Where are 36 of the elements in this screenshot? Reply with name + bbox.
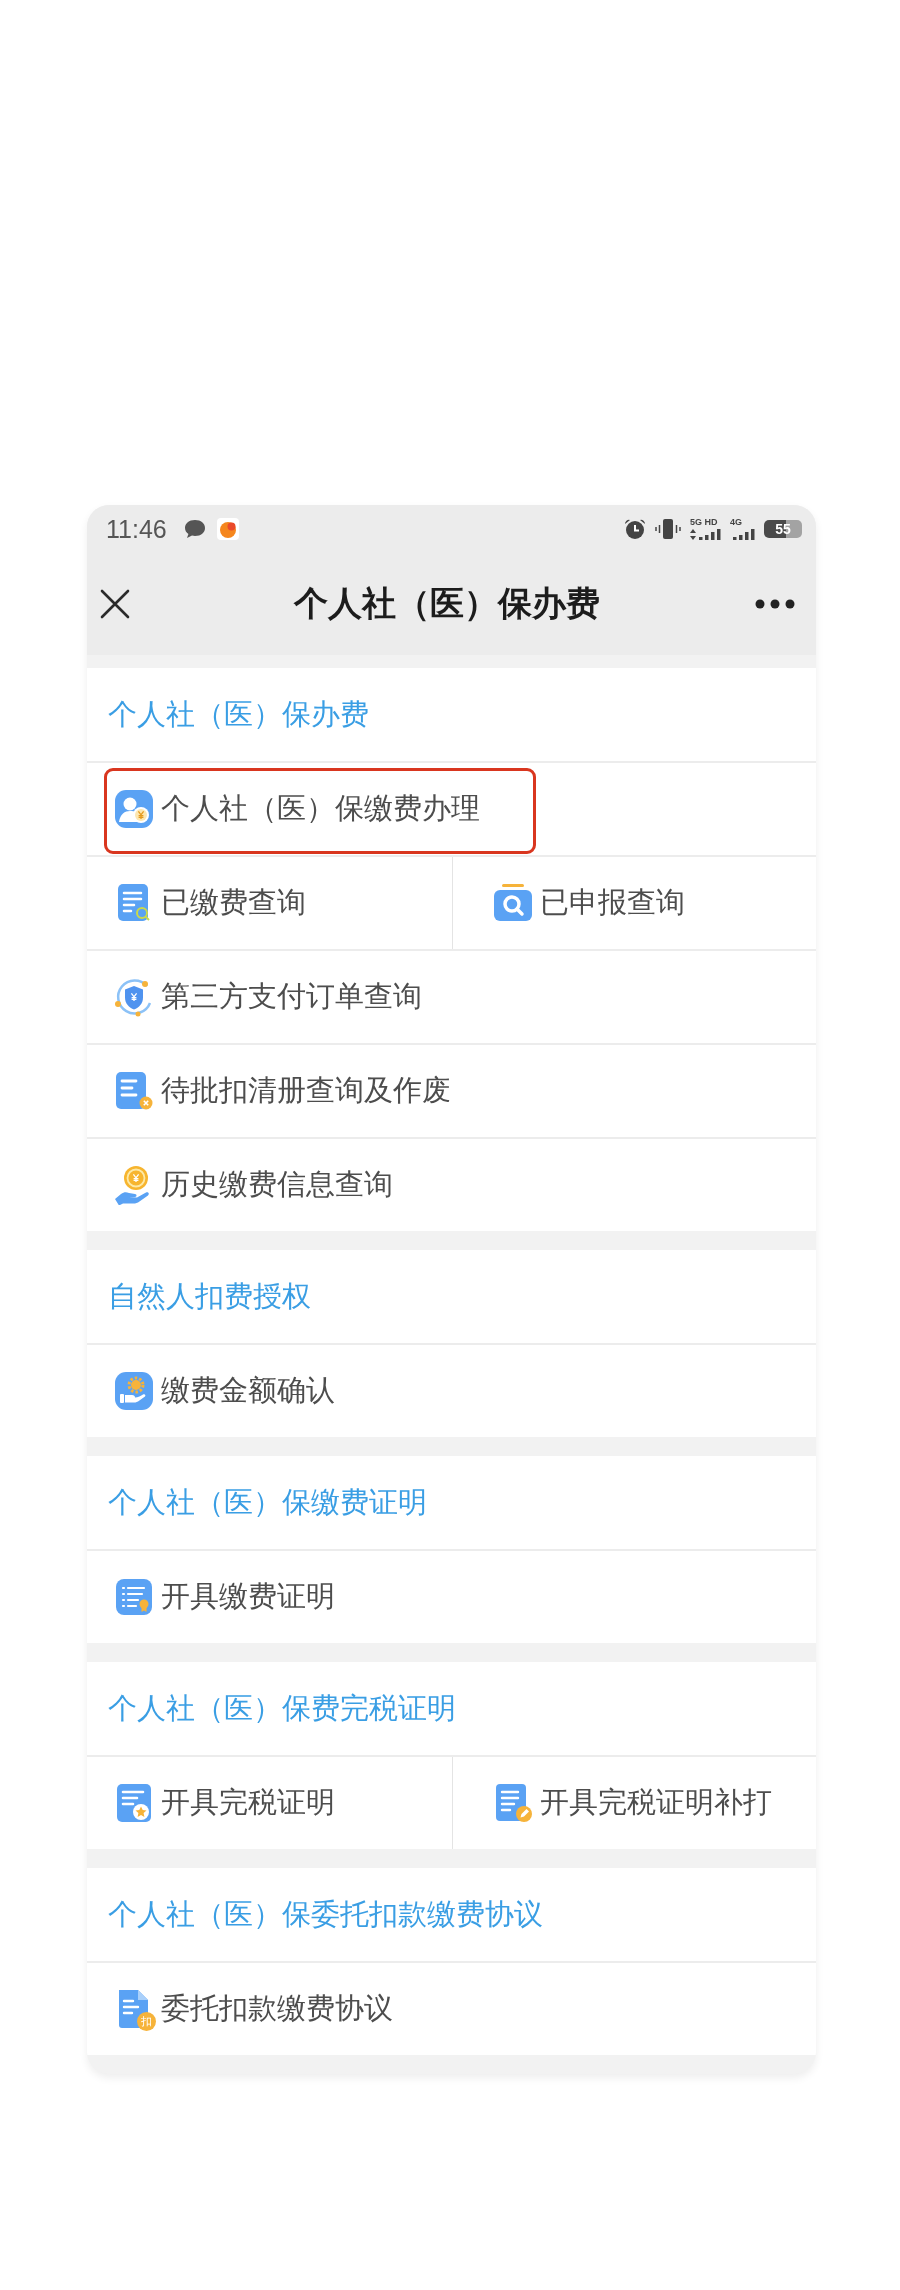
menu-item[interactable]: 待批扣清册查询及作废 [87,1045,816,1137]
section-title: 个人社（医）保办费 [107,695,370,733]
menu-item[interactable]: 个人社（医）保缴费办理 [87,763,816,855]
person-coin-icon [114,789,154,829]
vibrate-icon [655,518,681,540]
menu-item[interactable]: 缴费金额确认 [87,1345,816,1437]
section-title: 个人社（医）保费完税证明 [107,1689,457,1727]
chat-bubble-icon [183,519,206,539]
more-icon[interactable] [755,599,795,609]
menu-item[interactable]: 扣 委托扣款缴费协议 [87,1963,816,2055]
network-label: 5G HD [690,518,718,527]
section-title: 个人社（医）保缴费证明 [107,1483,428,1521]
alarm-clock-icon [624,518,646,540]
menu-item[interactable]: 开具缴费证明 [87,1551,816,1643]
section-title: 自然人扣费授权 [107,1277,312,1315]
section-title: 个人社（医）保委托扣款缴费协议 [107,1895,544,1933]
battery-indicator: 55 [764,520,802,538]
signal-bars-icon [730,529,755,540]
app-icon [216,518,239,540]
menu-item[interactable]: 历史缴费信息查询 [87,1139,816,1231]
shield-icon [114,977,154,1017]
menu-item[interactable]: 开具完税证明补打 [451,1757,816,1849]
menu-item[interactable]: 第三方支付订单查询 [87,951,816,1043]
menu-item[interactable]: 开具完税证明 [87,1757,452,1849]
list-badge-icon [114,1577,154,1617]
deduction-badge: 扣 [137,2012,156,2031]
signal-bars-icon [690,529,721,540]
network-label: 4G [730,518,742,527]
hand-gear-icon [114,1371,154,1411]
close-icon[interactable] [99,588,131,620]
page-title: 个人社（医）保办费 [294,582,600,625]
menu-item[interactable]: 已缴费查询 [87,857,452,949]
document-cancel-icon [114,1071,154,1111]
status-time: 11:46 [106,516,167,542]
folder-search-icon [492,883,533,923]
menu-item[interactable]: 已申报查询 [451,857,816,949]
